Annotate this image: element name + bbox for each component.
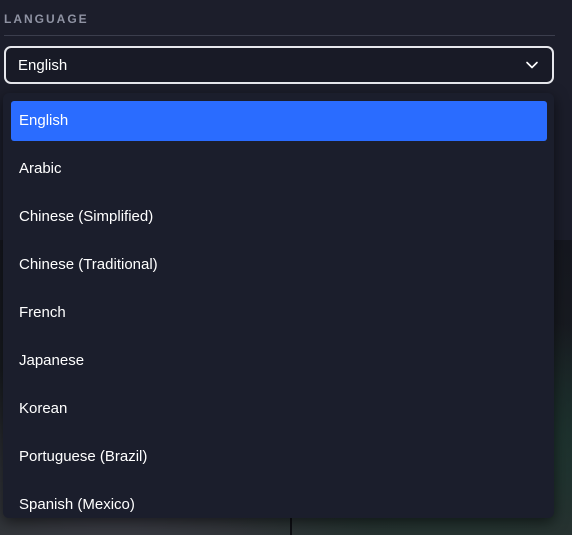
option-label: Portuguese (Brazil)	[19, 448, 148, 465]
language-option-french[interactable]: French	[11, 293, 547, 333]
language-select-value: English	[18, 57, 68, 74]
chevron-down-icon	[525, 58, 539, 72]
option-label: Chinese (Simplified)	[19, 208, 154, 225]
language-option-korean[interactable]: Korean	[11, 389, 547, 429]
language-option-spanish-mexico[interactable]: Spanish (Mexico)	[11, 485, 547, 518]
language-option-english[interactable]: English	[11, 101, 547, 141]
option-label: Japanese	[19, 352, 85, 369]
option-label: Arabic	[19, 160, 62, 177]
language-select[interactable]: English	[4, 46, 554, 84]
language-option-portuguese-brazil[interactable]: Portuguese (Brazil)	[11, 437, 547, 477]
language-option-arabic[interactable]: Arabic	[11, 149, 547, 189]
language-option-chinese-simplified[interactable]: Chinese (Simplified)	[11, 197, 547, 237]
option-label: French	[19, 304, 66, 321]
option-label: Korean	[19, 400, 68, 417]
language-option-japanese[interactable]: Japanese	[11, 341, 547, 381]
language-dropdown-menu: English Arabic Chinese (Simplified) Chin…	[3, 93, 554, 518]
section-divider	[4, 35, 555, 36]
language-settings-panel: LANGUAGE English	[0, 0, 572, 100]
section-label: LANGUAGE	[4, 12, 89, 26]
option-label: Chinese (Traditional)	[19, 256, 158, 273]
option-label: English	[19, 112, 69, 129]
option-label: Spanish (Mexico)	[19, 496, 135, 513]
language-option-chinese-traditional[interactable]: Chinese (Traditional)	[11, 245, 547, 285]
